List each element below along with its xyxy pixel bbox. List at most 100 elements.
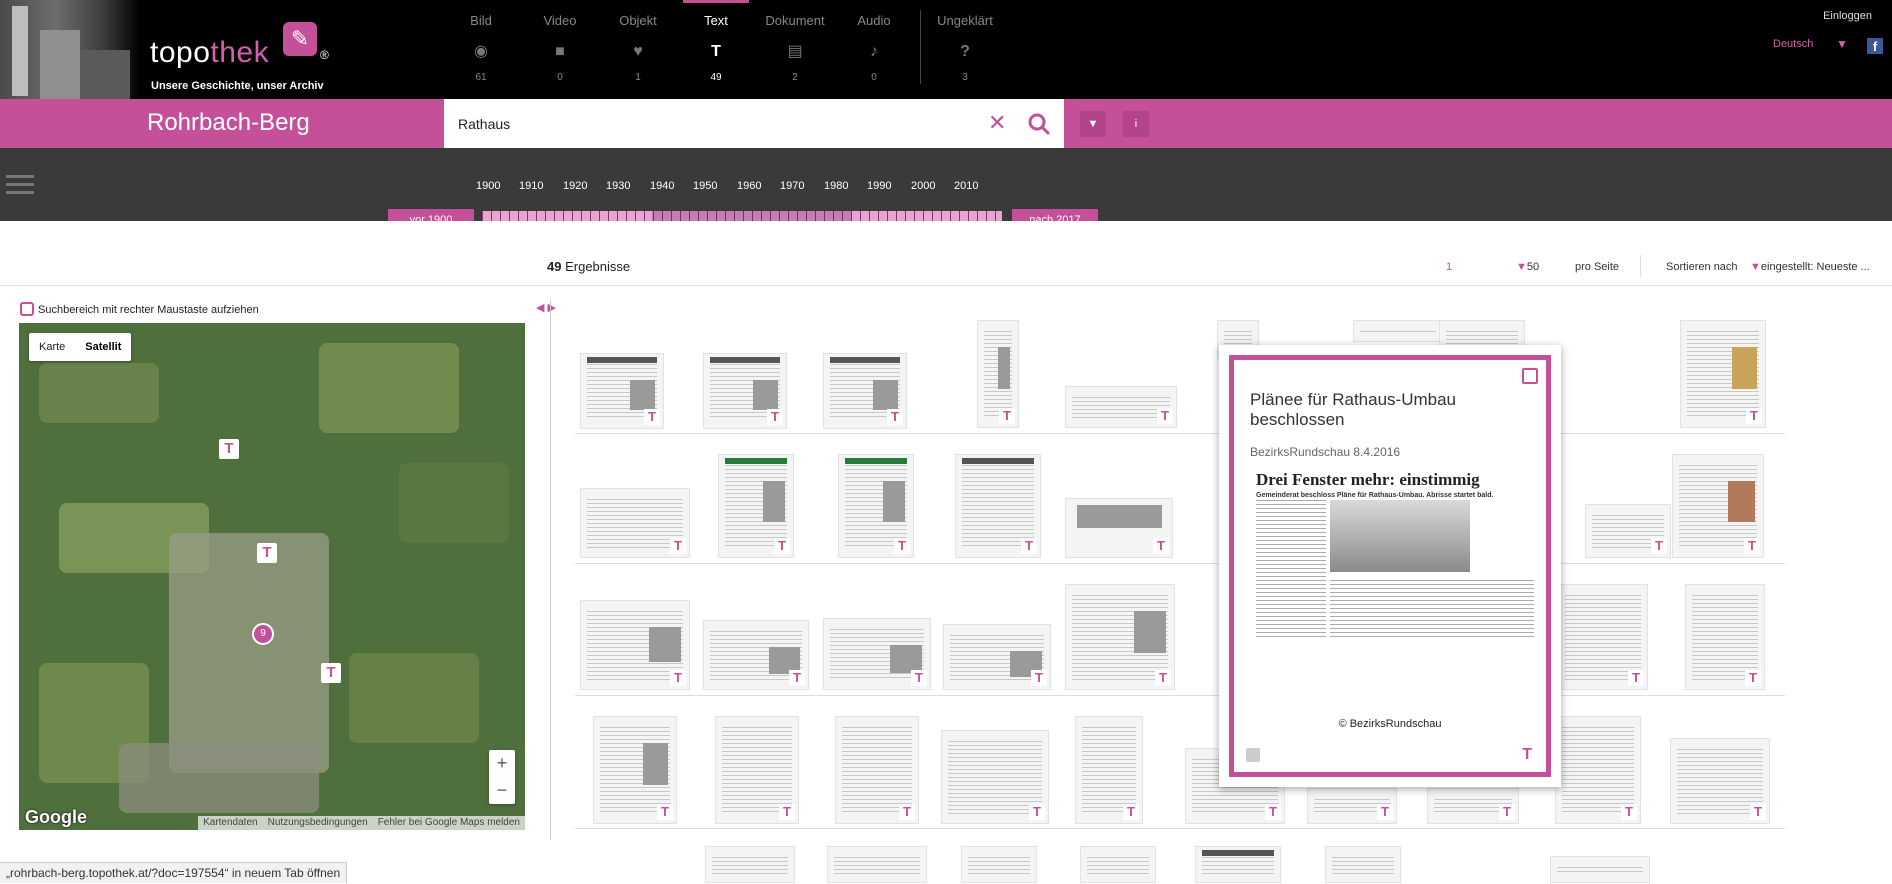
page-number[interactable]: 1: [1446, 261, 1452, 273]
result-item[interactable]: T: [718, 454, 794, 558]
result-item[interactable]: T: [1670, 738, 1770, 824]
result-item[interactable]: T: [1558, 584, 1648, 690]
category-audio[interactable]: Audio ♪ 0: [831, 0, 917, 99]
brand-logo[interactable]: topothek: [150, 36, 269, 70]
result-item[interactable]: [705, 846, 795, 883]
category-video[interactable]: Video ■ 0: [517, 0, 603, 99]
result-item[interactable]: [827, 846, 927, 883]
menu-icon[interactable]: [6, 175, 34, 197]
timeline-year[interactable]: 1980: [824, 180, 848, 192]
category-text[interactable]: Text T 49: [673, 0, 759, 99]
result-item[interactable]: T: [823, 618, 931, 690]
category-dokument[interactable]: Dokument ▤ 2: [752, 0, 838, 99]
result-item[interactable]: T: [715, 716, 799, 824]
timeline-year[interactable]: 1960: [737, 180, 761, 192]
result-item[interactable]: T: [1065, 584, 1175, 690]
video-icon: ■: [555, 43, 565, 60]
edit-icon[interactable]: [1246, 748, 1260, 762]
result-item[interactable]: [1353, 320, 1443, 342]
result-item[interactable]: T: [835, 716, 919, 824]
timeline-year[interactable]: 1910: [519, 180, 543, 192]
result-item[interactable]: T: [1672, 454, 1764, 558]
text-icon: T: [1621, 804, 1637, 820]
map-type-karte[interactable]: Karte: [29, 333, 75, 361]
map-cluster[interactable]: 9: [252, 623, 274, 645]
result-item[interactable]: T: [703, 620, 809, 690]
map-type-satellit[interactable]: Satellit: [75, 333, 131, 361]
per-page-select[interactable]: ▼50: [1516, 261, 1539, 273]
result-item[interactable]: T: [1585, 504, 1671, 558]
result-item[interactable]: T: [1075, 716, 1143, 824]
timeline-year[interactable]: 1970: [780, 180, 804, 192]
search-input[interactable]: [458, 114, 978, 134]
sort-separator: [1640, 255, 1641, 277]
map-data-link[interactable]: Kartendaten: [198, 817, 263, 828]
result-item[interactable]: T: [955, 454, 1041, 558]
place-title[interactable]: Rohrbach-Berg: [147, 109, 310, 137]
open-new-tab-icon[interactable]: [1522, 368, 1538, 384]
result-item[interactable]: T: [580, 353, 664, 429]
result-item[interactable]: T: [1680, 320, 1766, 428]
zoom-out-button[interactable]: −: [489, 777, 515, 804]
result-item[interactable]: T: [977, 320, 1019, 428]
result-item[interactable]: T: [941, 730, 1049, 824]
result-item[interactable]: T: [838, 454, 914, 558]
category-label: Ungeklärt: [937, 13, 993, 28]
result-item[interactable]: [1195, 846, 1281, 883]
timeline-year[interactable]: 2000: [911, 180, 935, 192]
facebook-icon[interactable]: f: [1867, 38, 1883, 54]
result-item[interactable]: T: [580, 600, 690, 690]
result-item[interactable]: T: [1685, 584, 1765, 690]
result-item[interactable]: T: [1065, 498, 1173, 558]
sort-value: eingestellt: Neueste ...: [1760, 261, 1870, 273]
result-item[interactable]: T: [580, 488, 690, 558]
grid-row-line: [575, 828, 1785, 829]
language-select[interactable]: Deutsch: [1773, 38, 1813, 50]
result-item[interactable]: T: [1555, 716, 1641, 824]
result-item[interactable]: [1325, 846, 1401, 883]
search-button[interactable]: [1026, 111, 1052, 137]
timeline-year[interactable]: 1940: [650, 180, 674, 192]
category-objekt[interactable]: Objekt ♥ 1: [595, 0, 681, 99]
timeline-year[interactable]: 1930: [606, 180, 630, 192]
result-item[interactable]: T: [1307, 788, 1397, 824]
map[interactable]: Karte Satellit T T 9 T + − Google Kartend…: [19, 323, 525, 830]
logo-photo: [0, 0, 140, 99]
result-item[interactable]: T: [593, 716, 677, 824]
result-item[interactable]: [1080, 846, 1156, 883]
panel-divider[interactable]: [550, 300, 551, 840]
category-ungeklaert[interactable]: Ungeklärt ? 3: [922, 0, 1008, 99]
result-item[interactable]: T: [943, 624, 1051, 690]
panel-toggle[interactable]: ◀ ▶: [536, 301, 556, 314]
result-item[interactable]: T: [703, 353, 787, 429]
result-item[interactable]: T: [1427, 788, 1519, 824]
article-photo: [1330, 500, 1470, 572]
result-preview-popup[interactable]: Plänee für Rathaus-Umbau beschlossen Bez…: [1219, 345, 1561, 787]
filter-dropdown-button[interactable]: ▼: [1080, 111, 1106, 137]
result-item[interactable]: T: [1065, 386, 1177, 428]
text-icon: T: [657, 804, 673, 820]
result-item[interactable]: [961, 846, 1037, 883]
timeline-year[interactable]: 2010: [954, 180, 978, 192]
text-icon: T: [1029, 804, 1045, 820]
timeline-year[interactable]: 1900: [476, 180, 500, 192]
map-type-control: Karte Satellit: [29, 333, 132, 361]
login-link[interactable]: Einloggen: [1823, 10, 1872, 22]
sort-select[interactable]: ▼eingestellt: Neueste ...: [1750, 261, 1870, 273]
info-button[interactable]: i: [1123, 111, 1149, 137]
result-item[interactable]: T: [823, 353, 907, 429]
report-error-link[interactable]: Fehler bei Google Maps melden: [373, 817, 525, 828]
clear-search-button[interactable]: ✕: [988, 111, 1006, 135]
category-bild[interactable]: Bild ◉ 61: [438, 0, 524, 99]
timeline-year[interactable]: 1950: [693, 180, 717, 192]
result-item[interactable]: [1550, 856, 1650, 883]
chevron-down-icon[interactable]: ▼: [1836, 37, 1848, 51]
map-marker-text-icon[interactable]: T: [219, 439, 239, 459]
map-marker-text-icon[interactable]: T: [321, 663, 341, 683]
text-icon: T: [1021, 538, 1037, 554]
map-marker-text-icon[interactable]: T: [257, 543, 277, 563]
timeline-year[interactable]: 1920: [563, 180, 587, 192]
zoom-in-button[interactable]: +: [489, 750, 515, 777]
terms-link[interactable]: Nutzungsbedingungen: [263, 817, 373, 828]
timeline-year[interactable]: 1990: [867, 180, 891, 192]
